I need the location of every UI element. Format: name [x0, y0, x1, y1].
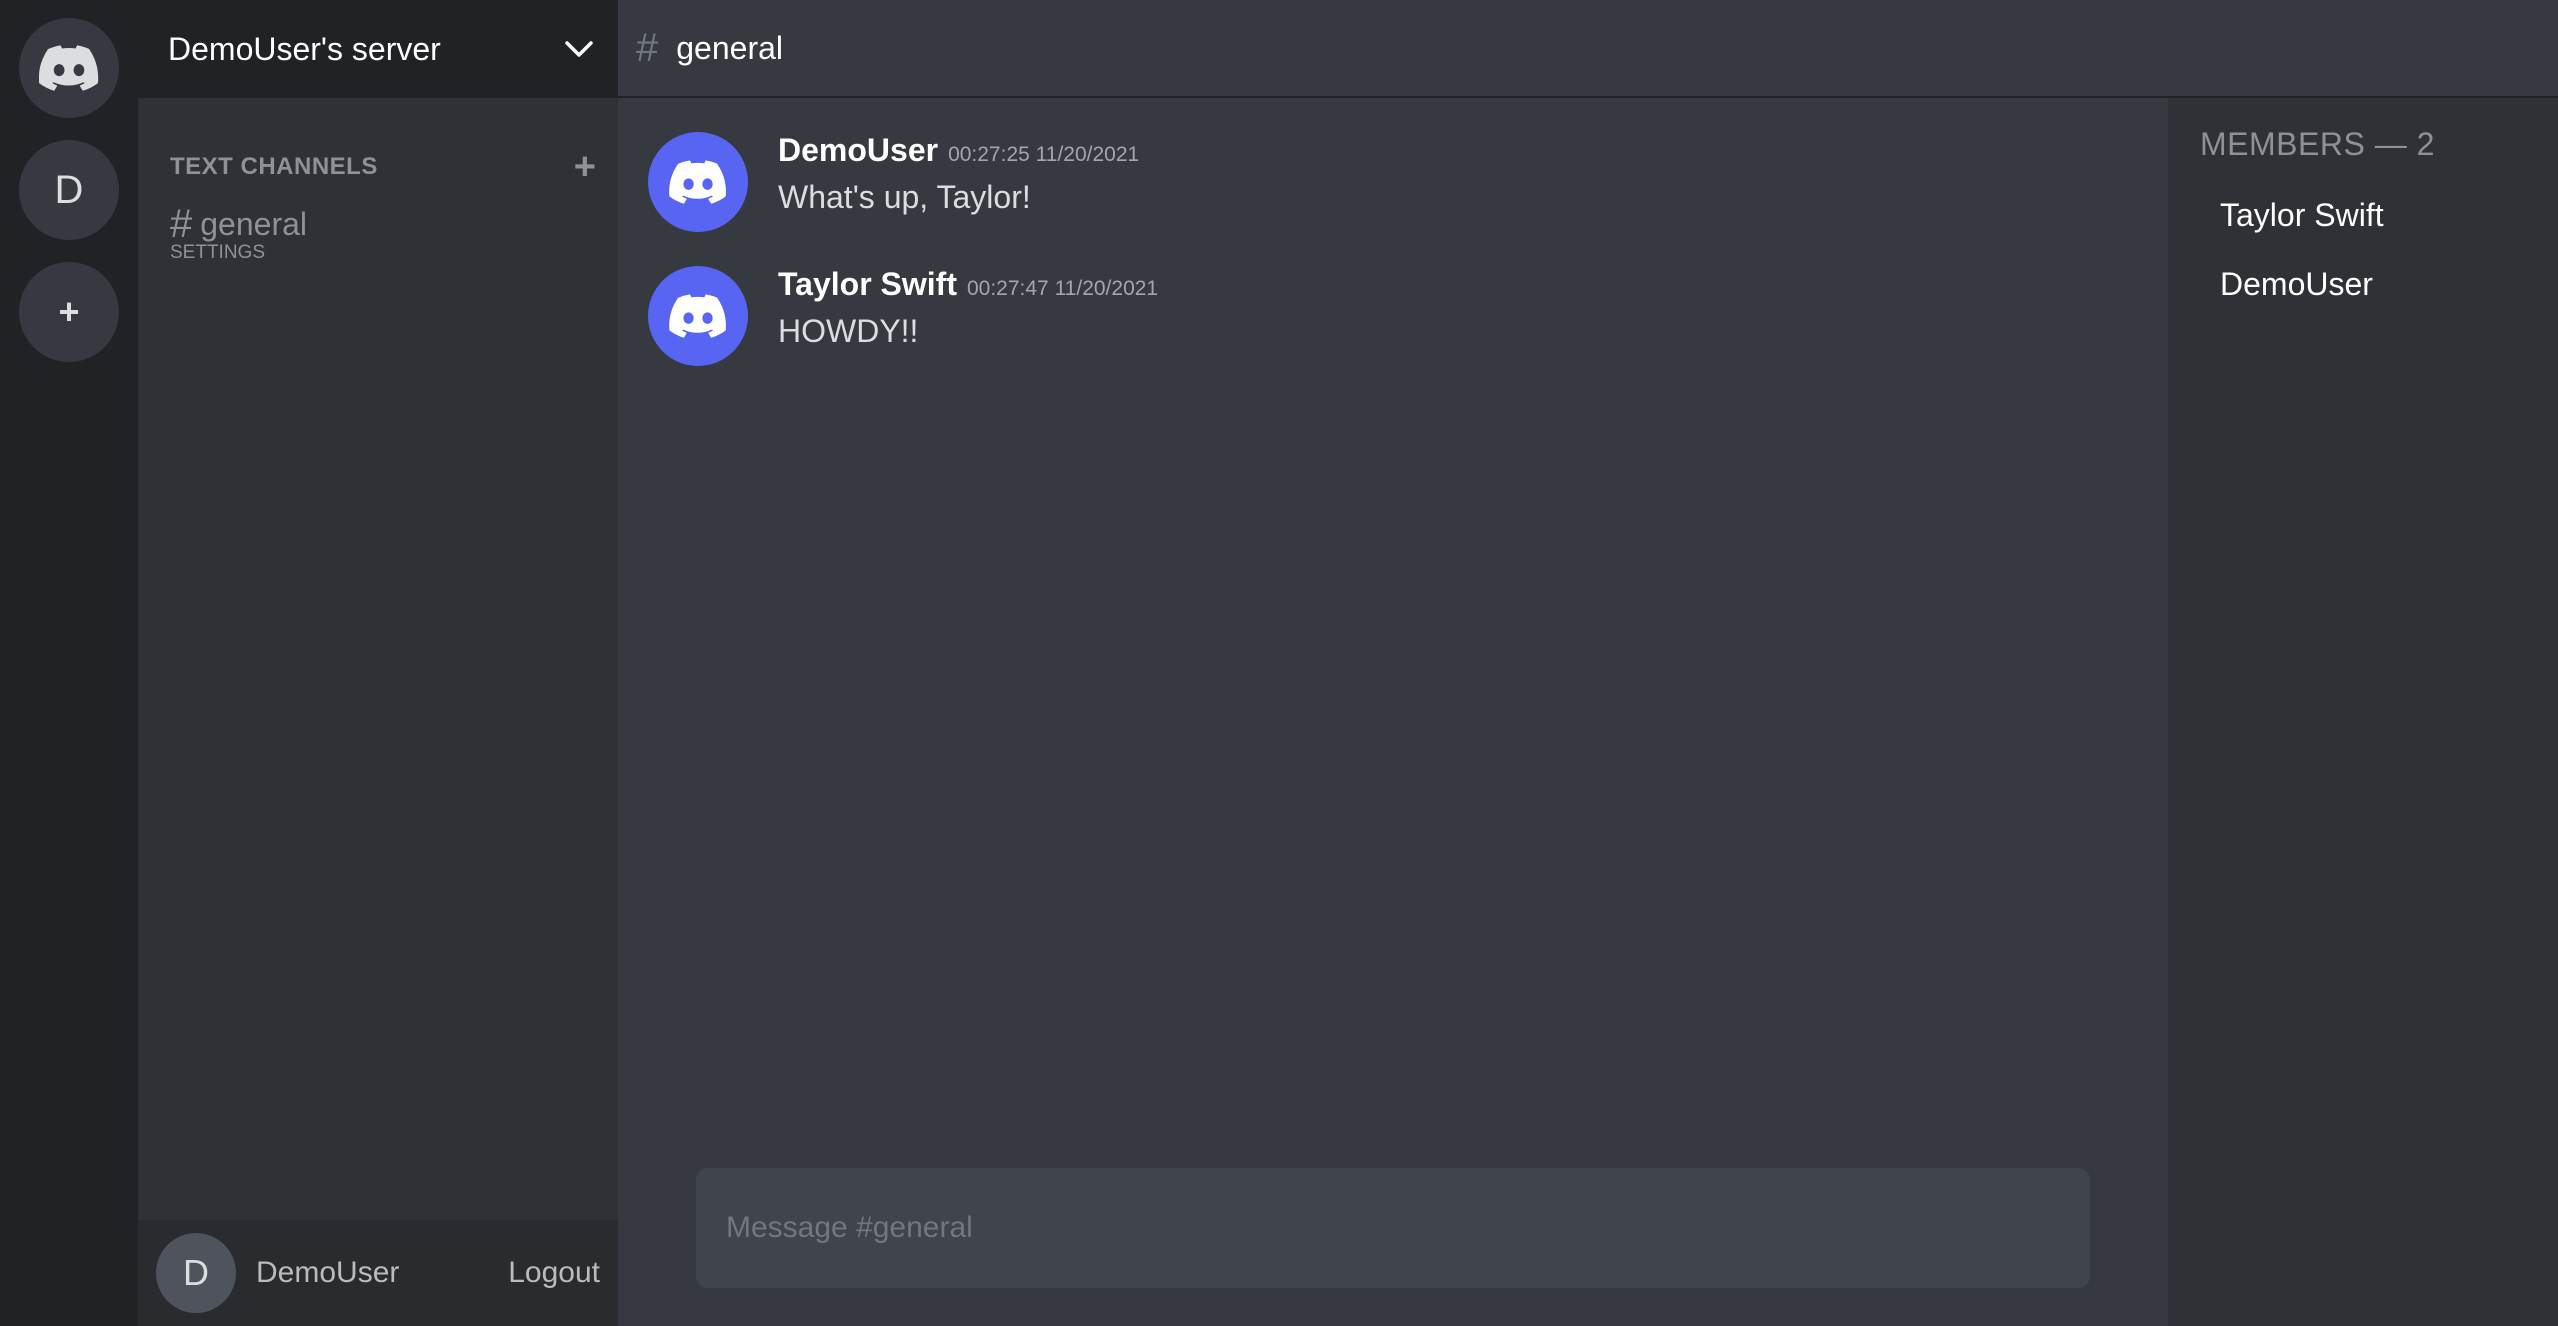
- server-rail: D +: [0, 0, 138, 1326]
- channel-category: TEXT CHANNELS +: [138, 98, 618, 186]
- avatar[interactable]: [648, 266, 748, 366]
- logout-button[interactable]: Logout: [508, 1256, 600, 1290]
- avatar[interactable]: [648, 132, 748, 232]
- member-item[interactable]: DemoUser: [2200, 266, 2558, 303]
- message-author[interactable]: Taylor Swift: [778, 266, 957, 303]
- current-username: DemoUser: [256, 1256, 400, 1289]
- message-meta: Taylor Swift 00:27:47 11/20/2021: [778, 266, 1158, 303]
- server-header[interactable]: DemoUser's server: [138, 0, 618, 98]
- server-icon-demouser[interactable]: D: [19, 140, 119, 240]
- message-item: Taylor Swift 00:27:47 11/20/2021 HOWDY!!: [618, 232, 2168, 366]
- channel-row: # general: [170, 204, 618, 244]
- message-meta: DemoUser 00:27:25 11/20/2021: [778, 132, 1139, 169]
- chevron-down-icon[interactable]: [564, 39, 594, 59]
- message-item: DemoUser 00:27:25 11/20/2021 What's up, …: [618, 98, 2168, 232]
- server-name: DemoUser's server: [168, 30, 441, 67]
- discord-logo-icon: [39, 45, 99, 91]
- message-text: HOWDY!!: [778, 313, 919, 349]
- message-composer: [696, 1168, 2090, 1288]
- app-window: D + DemoUser's server TEXT CHANNELS + # …: [0, 0, 2558, 1326]
- channel-settings-link[interactable]: SETTINGS: [170, 242, 618, 264]
- message-timestamp: 00:27:25 11/20/2021: [948, 143, 1140, 166]
- home-button[interactable]: [19, 18, 119, 118]
- message-input[interactable]: [724, 1210, 2090, 1246]
- chat-area: # general DemoUser 00:27:25 11/20/2021 W…: [618, 0, 2558, 1326]
- channel-name: general: [200, 205, 307, 242]
- hash-icon: #: [636, 26, 659, 70]
- message-author[interactable]: DemoUser: [778, 132, 938, 169]
- channel-item-general[interactable]: # general SETTINGS: [138, 186, 618, 264]
- message-body: DemoUser 00:27:25 11/20/2021 What's up, …: [778, 132, 1139, 232]
- channel-title: general: [676, 29, 783, 66]
- message-list: DemoUser 00:27:25 11/20/2021 What's up, …: [618, 98, 2168, 366]
- discord-logo-icon: [669, 160, 726, 204]
- channel-sidebar: DemoUser's server TEXT CHANNELS + # gene…: [138, 0, 618, 1326]
- message-text: What's up, Taylor!: [778, 179, 1031, 215]
- member-item[interactable]: Taylor Swift: [2200, 197, 2558, 234]
- members-header: MEMBERS — 2: [2200, 126, 2435, 162]
- hash-icon: #: [170, 202, 193, 246]
- user-panel: D DemoUser Logout: [138, 1220, 618, 1326]
- add-channel-button[interactable]: +: [574, 148, 596, 186]
- members-list: MEMBERS — 2 Taylor Swift DemoUser: [2168, 0, 2558, 1326]
- message-body: Taylor Swift 00:27:47 11/20/2021 HOWDY!!: [778, 266, 1158, 366]
- avatar[interactable]: D: [156, 1233, 236, 1313]
- category-label: TEXT CHANNELS: [170, 153, 378, 180]
- message-timestamp: 00:27:47 11/20/2021: [966, 277, 1159, 300]
- channel-header: # general: [618, 0, 2558, 98]
- discord-logo-icon: [669, 294, 726, 338]
- add-server-button[interactable]: +: [19, 262, 119, 362]
